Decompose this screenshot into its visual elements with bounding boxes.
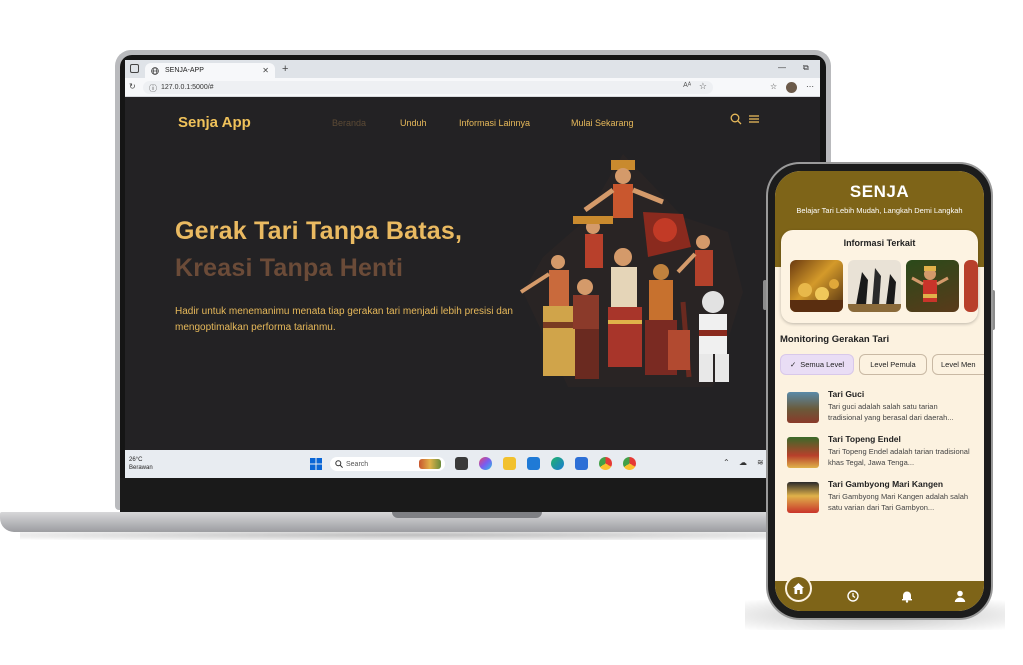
traditional-dancers-illustration: [519, 154, 743, 387]
chip-label: Semua Level: [800, 360, 845, 369]
site-brand-logo[interactable]: Senja App: [178, 114, 251, 131]
laptop-screen: SENJA-APP ✕ + — ⧉ ↻ ⓘ 127.0.0.1:5000/# A…: [125, 60, 820, 478]
tab-close-icon[interactable]: ✕: [262, 66, 269, 75]
weather-temperature: 26°C: [129, 457, 143, 463]
taskbar-search-placeholder: Search: [346, 460, 369, 468]
store-icon[interactable]: [575, 457, 588, 470]
gamelan-thumbnail[interactable]: [790, 260, 843, 312]
cloud-icon[interactable]: ☁: [739, 458, 747, 467]
hero-heading-line2: Kreasi Tanpa Henti: [175, 254, 404, 282]
website-page: Senja App Beranda Unduh Informasi Lainny…: [125, 97, 820, 450]
new-tab-button[interactable]: +: [282, 63, 288, 75]
home-nav-button[interactable]: [785, 575, 812, 602]
windows-taskbar: 26°C Berawan Search ⌃ ☁ ≋: [125, 450, 820, 478]
monitoring-title: Monitoring Gerakan Tari: [780, 334, 890, 345]
favorite-star-icon[interactable]: ☆: [699, 81, 707, 92]
related-info-card: Informasi Terkait: [781, 230, 978, 323]
tab-title: SENJA-APP: [165, 67, 204, 74]
phone-screen: SENJA Belajar Tari Lebih Mudah, Langkah …: [775, 171, 984, 611]
search-highlight-icon: [419, 459, 441, 469]
chip-label: Level Pemula: [870, 360, 916, 369]
nav-link-mulai-sekarang[interactable]: Mulai Sekarang: [571, 118, 634, 128]
chip-all-levels[interactable]: ✓ Semua Level: [780, 354, 854, 375]
app-title: SENJA: [849, 182, 910, 201]
hero-heading-line1: Gerak Tari Tanpa Batas,: [175, 217, 463, 245]
bell-icon[interactable]: [900, 589, 914, 603]
wayang-thumbnail[interactable]: [848, 260, 901, 312]
restore-button[interactable]: ⧉: [803, 63, 809, 73]
dance-title: Tari Gambyong Mari Kangen: [828, 479, 944, 489]
dance-list-item[interactable]: Tari Guci Tari guci adalah salah satu ta…: [787, 389, 977, 429]
url-text: 127.0.0.1:5000/#: [161, 84, 214, 91]
dance-title: Tari Topeng Endel: [828, 434, 901, 444]
nav-link-beranda[interactable]: Beranda: [332, 118, 366, 128]
dance-list-item[interactable]: Tari Topeng Endel Tari Topeng Endel adal…: [787, 434, 977, 474]
weather-widget[interactable]: 26°C Berawan: [129, 456, 153, 472]
dance-description: Tari Gambyong Mari Kangen adalah salah s…: [828, 492, 969, 512]
chip-beginner[interactable]: Level Pemula: [859, 354, 927, 375]
vscode-icon[interactable]: [527, 457, 540, 470]
url-field[interactable]: ⓘ 127.0.0.1:5000/# Aᴬ ☆: [143, 81, 713, 94]
menu-icon[interactable]: [748, 113, 760, 128]
device-mockup-scene: SENJA-APP ✕ + — ⧉ ↻ ⓘ 127.0.0.1:5000/# A…: [0, 0, 1023, 665]
site-info-icon[interactable]: ⓘ: [149, 83, 157, 94]
app-subtitle: Belajar Tari Lebih Mudah, Langkah Demi L…: [796, 206, 963, 215]
nav-link-unduh[interactable]: Unduh: [400, 118, 427, 128]
profile-avatar[interactable]: [786, 82, 797, 93]
task-view-icon[interactable]: [455, 457, 468, 470]
related-info-title: Informasi Terkait: [843, 238, 916, 248]
check-icon: ✓: [789, 360, 797, 369]
tab-actions-icon[interactable]: [130, 64, 139, 73]
hero-description: Hadir untuk menemanimu menata tiap gerak…: [175, 306, 513, 333]
taskbar-search-icon: [335, 460, 343, 468]
file-explorer-icon[interactable]: [503, 457, 516, 470]
dance-list-item[interactable]: Tari Gambyong Mari Kangen Tari Gambyong …: [787, 479, 977, 519]
read-aloud-icon[interactable]: Aᴬ: [683, 82, 691, 89]
history-icon[interactable]: [846, 589, 860, 603]
minimize-button[interactable]: —: [778, 63, 786, 72]
browser-tab[interactable]: SENJA-APP ✕: [145, 63, 275, 78]
dance-description: Tari Topeng Endel adalah tarian tradisio…: [828, 447, 970, 467]
dance-description: Tari guci adalah salah satu tarian tradi…: [828, 402, 954, 422]
windows-start-icon[interactable]: [310, 458, 322, 470]
edge-icon[interactable]: [551, 457, 564, 470]
dance-thumbnail: [787, 437, 819, 468]
browser-tab-bar: SENJA-APP ✕ + — ⧉: [125, 60, 820, 78]
dance-thumbnail: [787, 482, 819, 513]
dance-thumbnail: [787, 392, 819, 423]
wifi-icon[interactable]: ≋: [757, 458, 764, 467]
partial-thumbnail[interactable]: [964, 260, 978, 312]
weather-condition: Berawan: [129, 465, 153, 471]
chrome-profile-icon[interactable]: [623, 457, 636, 470]
nav-link-informasi-lainnya[interactable]: Informasi Lainnya: [459, 118, 530, 128]
laptop-lower-bezel: [120, 478, 826, 512]
chip-label: Level Men: [941, 360, 976, 369]
tray-chevron-icon[interactable]: ⌃: [723, 458, 730, 467]
search-icon[interactable]: [730, 113, 742, 128]
chrome-icon[interactable]: [599, 457, 612, 470]
taskbar-search-box[interactable]: Search: [330, 457, 445, 471]
laptop-base-notch: [392, 512, 542, 518]
copilot-icon[interactable]: [479, 457, 492, 470]
more-options-icon[interactable]: ⋯: [806, 82, 814, 91]
person-icon[interactable]: [953, 589, 967, 603]
browser-address-bar: ↻ ⓘ 127.0.0.1:5000/# Aᴬ ☆ ☆ ⋯: [125, 78, 820, 97]
favorites-icon[interactable]: ☆: [770, 82, 777, 91]
globe-icon: [151, 66, 159, 75]
refresh-icon[interactable]: ↻: [129, 82, 136, 91]
balinese-dance-thumbnail[interactable]: [906, 260, 959, 312]
chip-intermediate[interactable]: Level Men: [932, 354, 984, 375]
dance-title: Tari Guci: [828, 389, 865, 399]
home-icon: [793, 583, 804, 594]
